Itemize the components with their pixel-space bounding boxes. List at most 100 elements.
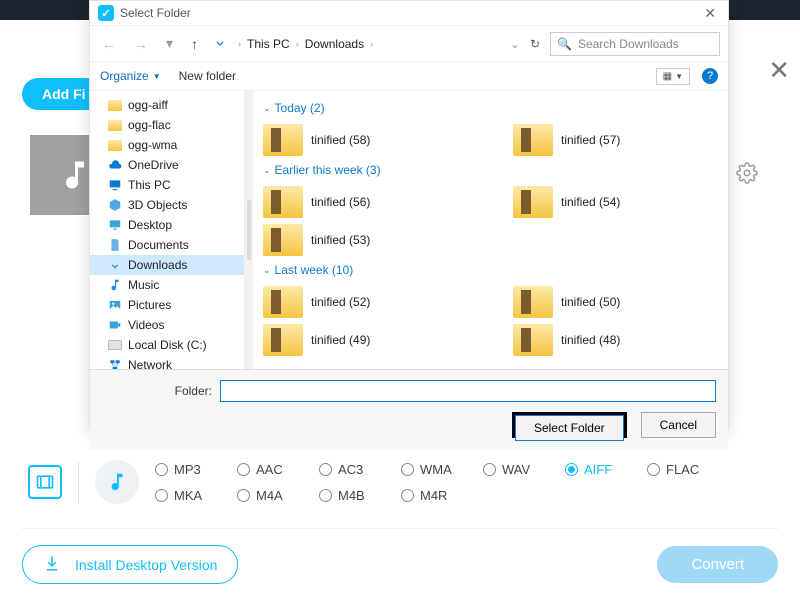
format-radio-ac3[interactable]: AC3 — [319, 462, 401, 477]
format-radio-aiff[interactable]: AIFF — [565, 462, 647, 477]
tree-item-network[interactable]: Network — [90, 355, 244, 369]
folder-item[interactable]: tinified (57) — [513, 121, 703, 159]
nav-back-icon[interactable]: ← — [98, 36, 120, 52]
format-radio-m4b[interactable]: M4B — [319, 488, 401, 503]
folder-item[interactable]: tinified (53) — [263, 221, 453, 259]
folder-name: tinified (52) — [311, 295, 370, 309]
cancel-button[interactable]: Cancel — [641, 412, 716, 438]
tree-item-ogg-wma[interactable]: ogg-wma — [90, 135, 244, 155]
folder-name: tinified (49) — [311, 333, 370, 347]
folder-icon — [263, 124, 303, 156]
close-icon[interactable]: ✕ — [768, 55, 790, 86]
select-folder-dialog: ✓ Select Folder ✕ ← → ▾ ↑ › This PC › Do… — [89, 0, 729, 430]
refresh-icon[interactable]: ↻ — [530, 37, 540, 51]
tree-item-label: Network — [128, 358, 172, 369]
tree-item-pictures[interactable]: Pictures — [90, 295, 244, 315]
format-bar: MP3AACAC3WMAWAVAIFFFLAC MKAM4A M4B M4R — [28, 452, 774, 512]
folder-icon — [513, 286, 553, 318]
folder-icon — [263, 286, 303, 318]
new-folder-button[interactable]: New folder — [179, 69, 236, 83]
tree-item-ogg-aiff[interactable]: ogg-aiff — [90, 95, 244, 115]
bottom-bar: Install Desktop Version Convert — [22, 528, 778, 584]
tree-item-onedrive[interactable]: OneDrive — [90, 155, 244, 175]
tree-item-label: ogg-flac — [128, 118, 171, 132]
group-header[interactable]: ⌄Today (2) — [263, 101, 718, 115]
format-radio-wav[interactable]: WAV — [483, 462, 565, 477]
format-radio-wma[interactable]: WMA — [401, 462, 483, 477]
app-logo-icon: ✓ — [98, 5, 114, 21]
nav-up-icon[interactable]: ↑ — [187, 36, 202, 52]
dialog-close-icon[interactable]: ✕ — [700, 5, 720, 22]
tree-item-label: Pictures — [128, 298, 171, 312]
format-radio-mka[interactable]: MKA — [155, 488, 237, 503]
folder-item[interactable]: tinified (48) — [513, 321, 703, 359]
folder-name-input[interactable] — [220, 380, 716, 402]
format-radio-label: M4R — [420, 488, 447, 503]
tree-item-3d-objects[interactable]: 3D Objects — [90, 195, 244, 215]
select-folder-button[interactable]: Select Folder — [515, 415, 624, 441]
tree-item-local-disk-c-[interactable]: Local Disk (C:) — [90, 335, 244, 355]
format-radio-m4a[interactable]: M4A — [237, 488, 319, 503]
view-mode-button[interactable]: ▦ ▼ — [656, 68, 690, 85]
folder-item[interactable]: tinified (52) — [263, 283, 453, 321]
chevron-down-icon: ⌄ — [263, 103, 271, 114]
radio-dot-icon — [647, 463, 660, 476]
format-radio-mp3[interactable]: MP3 — [155, 462, 237, 477]
desktop-icon — [108, 218, 122, 232]
group-header[interactable]: ⌄Last week (10) — [263, 263, 718, 277]
format-radio-label: M4B — [338, 488, 365, 503]
format-radio-flac[interactable]: FLAC — [647, 462, 729, 477]
install-desktop-button[interactable]: Install Desktop Version — [22, 545, 238, 584]
tree-item-downloads[interactable]: Downloads — [90, 255, 244, 275]
tree-item-music[interactable]: Music — [90, 275, 244, 295]
folder-item[interactable]: tinified (49) — [263, 321, 453, 359]
network-icon — [108, 358, 122, 369]
dialog-title-text: Select Folder — [120, 6, 191, 20]
folder-item[interactable]: tinified (56) — [263, 183, 453, 221]
search-input[interactable]: 🔍 Search Downloads — [550, 32, 720, 56]
breadcrumb[interactable]: › This PC › Downloads › — [238, 37, 373, 51]
cube-icon — [108, 198, 122, 212]
radio-dot-icon — [237, 489, 250, 502]
chevron-right-icon: › — [370, 39, 373, 49]
chevron-down-icon[interactable]: ⌄ — [510, 37, 520, 51]
group-header[interactable]: ⌄Earlier this week (3) — [263, 163, 718, 177]
organize-menu[interactable]: Organize▼ — [100, 69, 161, 83]
format-radio-m4r[interactable]: M4R — [401, 488, 483, 503]
folder-icon — [263, 186, 303, 218]
radio-dot-icon — [237, 463, 250, 476]
folder-item[interactable]: tinified (50) — [513, 283, 703, 321]
tree-item-ogg-flac[interactable]: ogg-flac — [90, 115, 244, 135]
help-icon[interactable]: ? — [702, 68, 718, 84]
dialog-titlebar: ✓ Select Folder ✕ — [90, 1, 728, 25]
video-formats-icon[interactable] — [28, 465, 62, 499]
tree-item-label: Downloads — [128, 258, 187, 272]
tree-item-videos[interactable]: Videos — [90, 315, 244, 335]
format-radio-aac[interactable]: AAC — [237, 462, 319, 477]
convert-button[interactable]: Convert — [657, 546, 778, 583]
crumb-root[interactable]: This PC — [247, 37, 290, 51]
tree-item-this-pc[interactable]: This PC — [90, 175, 244, 195]
folder-icon — [108, 118, 122, 132]
tree-item-documents[interactable]: Documents — [90, 235, 244, 255]
folder-name: tinified (48) — [561, 333, 620, 347]
gear-icon[interactable] — [736, 162, 758, 187]
folder-name: tinified (56) — [311, 195, 370, 209]
tree-item-desktop[interactable]: Desktop — [90, 215, 244, 235]
nav-forward-icon[interactable]: → — [130, 36, 152, 52]
folder-item[interactable]: tinified (54) — [513, 183, 703, 221]
nav-recent-icon[interactable]: ▾ — [162, 35, 177, 52]
music-icon — [108, 278, 122, 292]
tree-item-label: 3D Objects — [128, 198, 187, 212]
group-title: Earlier this week (3) — [275, 163, 381, 177]
folder-item[interactable]: tinified (58) — [263, 121, 453, 159]
splitter-handle[interactable] — [245, 91, 253, 369]
cloud-icon — [108, 158, 122, 172]
search-placeholder: Search Downloads — [578, 37, 679, 51]
crumb-folder[interactable]: Downloads — [305, 37, 364, 51]
audio-formats-icon[interactable] — [95, 460, 139, 504]
chevron-right-icon: › — [296, 39, 299, 49]
radio-dot-icon — [155, 489, 168, 502]
dialog-nav-row: ← → ▾ ↑ › This PC › Downloads › ⌄ ↻ 🔍 Se… — [90, 25, 728, 61]
folder-icon — [513, 324, 553, 356]
